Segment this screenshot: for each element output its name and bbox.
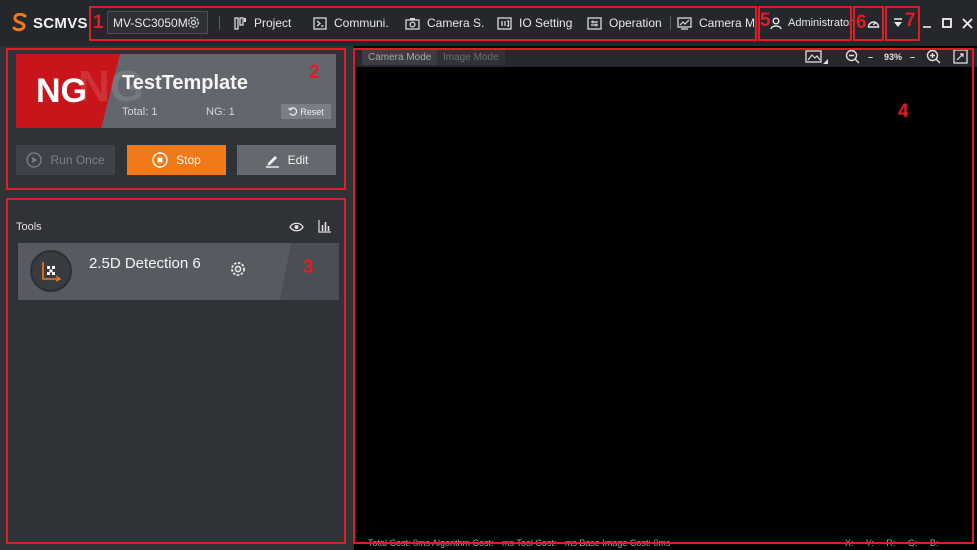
menu-label: Project <box>254 16 292 30</box>
title-bar: SCMVS MV-SC3050M Project Communi. Camera… <box>0 0 977 46</box>
close-icon <box>961 17 973 29</box>
tool-settings-icon[interactable] <box>229 260 247 278</box>
close-button[interactable] <box>957 13 977 33</box>
fit-to-window-icon[interactable] <box>953 49 968 64</box>
ng-count: NG: 1 <box>206 106 235 118</box>
annotation-label: 1 <box>93 12 104 33</box>
zoom-in-icon[interactable] <box>926 49 941 64</box>
tab-camera-mode[interactable]: Camera Mode <box>362 49 438 65</box>
divider <box>670 16 671 30</box>
device-selector[interactable]: MV-SC3050M <box>107 11 208 34</box>
annotation-label: 5 <box>760 10 771 31</box>
zoom-out-icon[interactable] <box>845 49 860 64</box>
gauge-icon <box>867 20 879 28</box>
reset-icon <box>288 107 298 116</box>
chevron-down-icon <box>894 18 902 27</box>
tab-label: Camera Mode <box>368 51 432 63</box>
project-icon <box>234 16 246 30</box>
terminal-icon <box>313 16 327 30</box>
tool-item[interactable]: 2.5D Detection 6 <box>18 243 339 300</box>
stop-icon <box>152 152 168 168</box>
device-name: MV-SC3050M <box>113 15 188 30</box>
run-once-label: Run Once <box>50 153 105 167</box>
template-name: TestTemplate <box>122 72 248 94</box>
minimize-icon <box>923 26 931 28</box>
reset-label: Reset <box>300 106 324 117</box>
tab-label: Image Mode <box>443 51 499 63</box>
tool-name: 2.5D Detection 6 <box>89 255 201 272</box>
stop-button[interactable]: Stop <box>127 145 226 175</box>
zoom-level: 93% <box>884 52 903 62</box>
annotation-label: 2 <box>309 62 320 83</box>
detection-3d-icon <box>42 262 62 282</box>
bar-chart-icon[interactable] <box>318 220 332 233</box>
pencil-icon <box>265 155 279 168</box>
edit-label: Edit <box>287 153 309 167</box>
menu-camera-monitor[interactable]: Camera M <box>677 12 755 34</box>
zoom-plus[interactable]: – <box>910 49 915 65</box>
menu-project[interactable]: Project <box>234 12 291 34</box>
logo-icon <box>12 13 27 32</box>
menu-label: IO Setting <box>519 16 573 30</box>
device-settings-icon[interactable] <box>186 15 201 30</box>
image-viewer[interactable] <box>354 46 977 550</box>
tab-image-mode[interactable]: Image Mode <box>437 49 505 65</box>
user-name: Administrator <box>788 17 853 29</box>
edit-button[interactable]: Edit <box>237 145 336 175</box>
run-once-button[interactable]: Run Once <box>16 145 115 175</box>
app-logo: SCMVS <box>12 12 88 34</box>
menu-camera-settings[interactable]: Camera S. <box>405 12 484 34</box>
divider <box>219 16 220 30</box>
play-icon <box>26 152 43 168</box>
result-card: NG NG TestTemplate Total: 1 NG: 1 Reset <box>16 54 336 128</box>
annotation-label: 6 <box>856 12 867 33</box>
tool-icon-badge <box>30 250 72 292</box>
user-menu[interactable]: Administrator <box>770 12 853 34</box>
zoom-minus[interactable]: – <box>868 49 873 65</box>
monitor-icon <box>677 16 692 30</box>
maximize-button[interactable] <box>937 13 957 33</box>
annotation-label: 7 <box>905 10 916 31</box>
operation-icon <box>587 16 602 30</box>
maximize-icon <box>942 18 952 28</box>
result-status: NG <box>36 72 87 110</box>
user-icon <box>770 17 782 29</box>
minimize-button[interactable] <box>917 13 937 33</box>
menu-label: Camera S. <box>427 16 485 30</box>
app-name: SCMVS <box>33 14 88 32</box>
tools-heading: Tools <box>16 221 42 233</box>
reset-button[interactable]: Reset <box>281 104 331 119</box>
stop-label: Stop <box>176 153 201 167</box>
menu-label: Communi. <box>334 16 389 30</box>
eye-icon[interactable] <box>289 221 304 233</box>
menu-label: Camera M <box>699 16 756 30</box>
cost-status: Total Cost: 0ms Algorithm Cost: --ms Too… <box>368 538 671 548</box>
total-count: Total: 1 <box>122 106 158 118</box>
menu-operation[interactable]: Operation <box>587 12 662 34</box>
annotation-label: 4 <box>898 101 909 122</box>
menu-label: Operation <box>609 16 662 30</box>
io-icon <box>497 16 512 30</box>
menu-io-setting[interactable]: IO Setting <box>497 12 572 34</box>
annotation-label: 3 <box>303 257 314 278</box>
image-adjust-icon[interactable] <box>805 49 829 65</box>
pixel-readout: X: Y: R: G: B: <box>845 538 939 548</box>
camera-icon <box>405 17 420 30</box>
menu-communication[interactable]: Communi. <box>313 12 389 34</box>
